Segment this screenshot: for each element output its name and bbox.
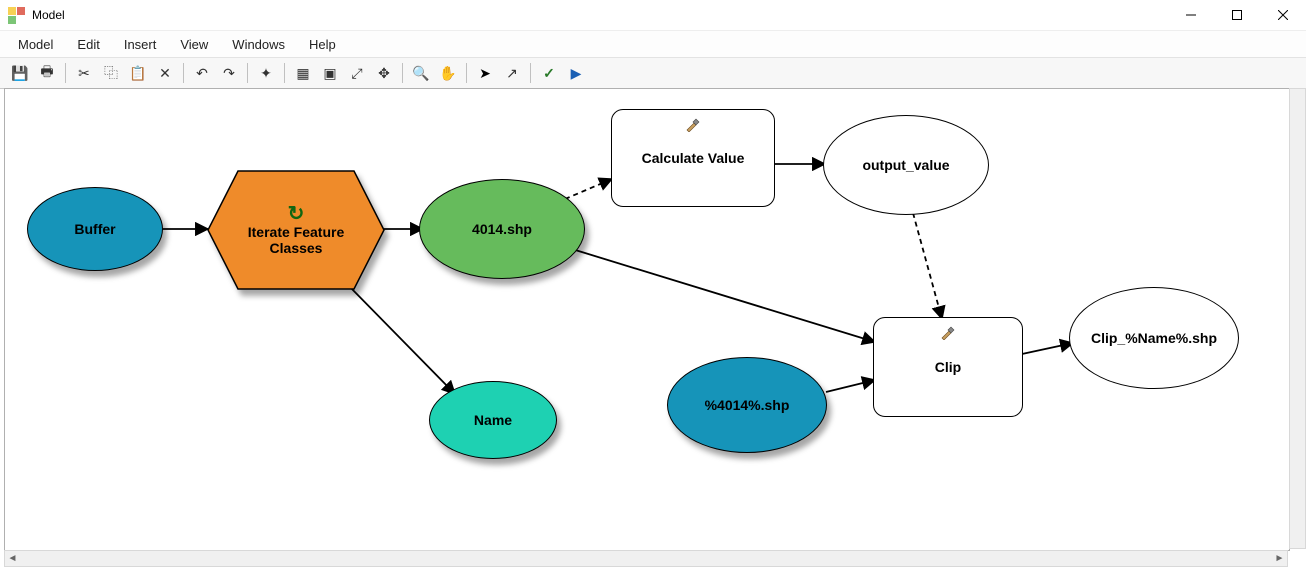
menubar: Model Edit Insert View Windows Help <box>0 31 1306 58</box>
close-icon <box>1278 10 1288 20</box>
node-clip[interactable]: Clip <box>873 317 1023 417</box>
zoom-out-extent-icon[interactable]: ✥ <box>372 61 396 85</box>
close-button[interactable] <box>1260 0 1306 30</box>
node-clip-output-label: Clip_%Name%.shp <box>1091 330 1217 346</box>
toolbar-separator <box>530 63 531 83</box>
edge-clip-out <box>1022 343 1073 354</box>
hammer-icon <box>940 324 956 340</box>
add-data-icon[interactable]: ✦ <box>254 61 278 85</box>
scroll-right-arrow-icon[interactable]: ► <box>1272 551 1287 566</box>
node-calc-value[interactable]: Calculate Value <box>611 109 775 207</box>
node-iterate-label: Iterate Feature Classes <box>208 224 384 256</box>
menu-help[interactable]: Help <box>299 34 346 55</box>
node-buffer-label: Buffer <box>74 221 115 237</box>
toolbar-separator <box>247 63 248 83</box>
menu-model[interactable]: Model <box>8 34 63 55</box>
window-title: Model <box>32 8 65 22</box>
node-varshp[interactable]: %4014%.shp <box>667 357 827 453</box>
redo-icon[interactable]: ↷ <box>217 61 241 85</box>
node-name[interactable]: Name <box>429 381 557 459</box>
menu-windows[interactable]: Windows <box>222 34 295 55</box>
iterator-icon: ↻ <box>288 204 305 224</box>
run-icon[interactable]: ▶ <box>564 61 588 85</box>
copy-icon[interactable]: ⿻ <box>99 61 123 85</box>
maximize-button[interactable] <box>1214 0 1260 30</box>
full-extent-icon[interactable]: ▣ <box>318 61 342 85</box>
undo-icon[interactable]: ↶ <box>190 61 214 85</box>
paste-icon[interactable]: 📋 <box>126 61 150 85</box>
node-calc-label: Calculate Value <box>642 150 745 166</box>
toolbar-separator <box>284 63 285 83</box>
vertical-scrollbar[interactable] <box>1289 88 1306 549</box>
hammer-icon <box>685 116 701 132</box>
select-icon[interactable]: ➤ <box>473 61 497 85</box>
zoom-in-extent-icon[interactable]: ⤢ <box>345 61 369 85</box>
minimize-icon <box>1186 10 1196 20</box>
auto-layout-icon[interactable]: ▦ <box>291 61 315 85</box>
app-icon <box>8 6 26 24</box>
edge-varshp-clip <box>826 380 875 392</box>
connect-icon[interactable]: ↗ <box>500 61 524 85</box>
model-canvas[interactable]: Buffer ↻ Iterate Feature Classes 4014.sh… <box>4 88 1290 551</box>
node-output-value-label: output_value <box>862 157 949 173</box>
node-clip-output[interactable]: Clip_%Name%.shp <box>1069 287 1239 389</box>
toolbar-separator <box>402 63 403 83</box>
edge-output-clip <box>913 213 942 319</box>
edge-shp-calc <box>565 179 612 199</box>
titlebar: Model <box>0 0 1306 31</box>
node-varshp-label: %4014%.shp <box>705 397 790 413</box>
horizontal-scrollbar[interactable]: ◄ ► <box>4 550 1288 567</box>
edge-shp-clip <box>572 249 875 342</box>
cut-icon[interactable]: ✂ <box>72 61 96 85</box>
save-icon[interactable]: 💾 <box>8 61 32 85</box>
maximize-icon <box>1232 10 1242 20</box>
node-buffer[interactable]: Buffer <box>27 187 163 271</box>
menu-edit[interactable]: Edit <box>67 34 109 55</box>
delete-icon[interactable]: ✕ <box>153 61 177 85</box>
node-name-label: Name <box>474 412 512 428</box>
node-output-value[interactable]: output_value <box>823 115 989 215</box>
node-4014shp[interactable]: 4014.shp <box>419 179 585 279</box>
canvas-area: Buffer ↻ Iterate Feature Classes 4014.sh… <box>0 88 1306 567</box>
node-iterate[interactable]: ↻ Iterate Feature Classes <box>208 171 384 289</box>
node-clip-label: Clip <box>935 359 961 375</box>
menu-insert[interactable]: Insert <box>114 34 167 55</box>
edge-iterate-name <box>347 284 455 394</box>
toolbar: 💾🖶 ✂⿻📋✕ ↶↷ ✦ ▦▣⤢✥ 🔍✋ ➤↗ ✓▶ <box>0 58 1306 89</box>
print-icon[interactable]: 🖶 <box>35 61 59 85</box>
toolbar-separator <box>466 63 467 83</box>
menu-view[interactable]: View <box>170 34 218 55</box>
validate-icon[interactable]: ✓ <box>537 61 561 85</box>
toolbar-separator <box>183 63 184 83</box>
zoom-icon[interactable]: 🔍 <box>409 61 433 85</box>
scroll-left-arrow-icon[interactable]: ◄ <box>5 551 20 566</box>
toolbar-separator <box>65 63 66 83</box>
minimize-button[interactable] <box>1168 0 1214 30</box>
node-4014shp-label: 4014.shp <box>472 221 532 237</box>
pan-icon[interactable]: ✋ <box>436 61 460 85</box>
